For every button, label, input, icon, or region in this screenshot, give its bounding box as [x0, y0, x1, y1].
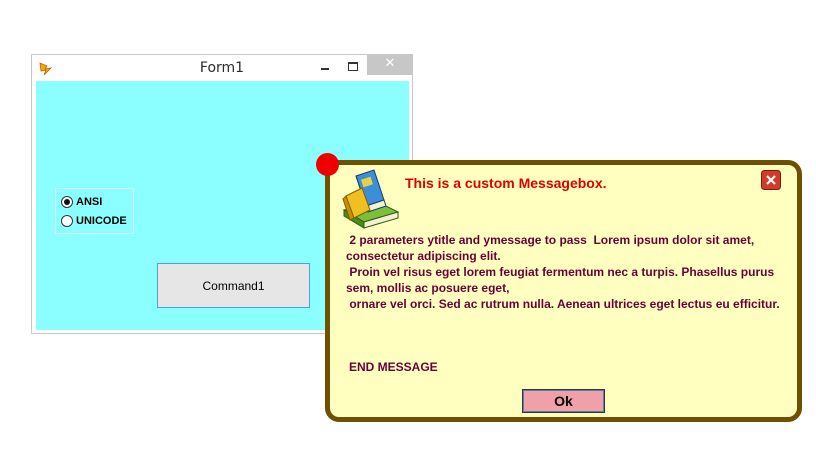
messagebox-end-message: END MESSAGE: [349, 360, 438, 374]
unicode-label: UNICODE: [76, 215, 127, 227]
unicode-radio[interactable]: UNICODE: [61, 213, 127, 229]
red-dot-indicator: [316, 153, 339, 176]
maximize-button[interactable]: [342, 55, 364, 81]
messagebox-title: This is a custom Messagebox.: [405, 175, 607, 191]
close-icon: ✕: [384, 56, 396, 71]
messagebox-close-icon[interactable]: [761, 170, 781, 190]
encoding-option-group: ANSI UNICODE: [55, 188, 134, 234]
minimize-button[interactable]: [316, 55, 334, 81]
ok-button[interactable]: Ok: [522, 389, 605, 413]
ansi-label: ANSI: [76, 196, 103, 208]
ansi-radio[interactable]: ANSI: [61, 194, 102, 210]
radio-checked-icon: [61, 196, 73, 208]
form1-titlebar[interactable]: Form1 ✕: [32, 55, 413, 81]
radio-unchecked-icon: [61, 215, 73, 227]
close-button[interactable]: ✕: [367, 55, 413, 75]
messagebox-message: 2 parameters ytitle and ymessage to pass…: [346, 233, 780, 311]
command1-button[interactable]: Command1: [157, 263, 310, 308]
books-icon: [342, 169, 400, 229]
